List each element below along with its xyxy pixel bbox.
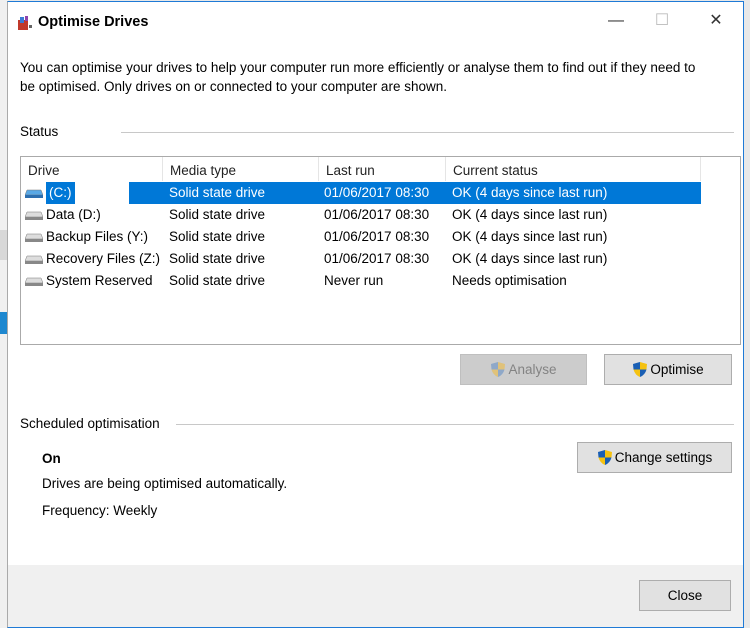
column-header-current-status[interactable]: Current status bbox=[446, 157, 701, 181]
drive-row[interactable]: (C:) Solid state drive 01/06/2017 08:30 … bbox=[25, 182, 701, 204]
last-run: 01/06/2017 08:30 bbox=[324, 207, 430, 222]
current-status: Needs optimisation bbox=[452, 273, 567, 288]
drive-icon bbox=[25, 277, 43, 286]
maximize-button[interactable]: ☐ bbox=[639, 6, 685, 36]
minimize-button[interactable]: — bbox=[593, 6, 639, 36]
drives-list[interactable]: Drive Media type Last run Current status… bbox=[20, 156, 741, 345]
drive-icon bbox=[25, 211, 43, 220]
description-text: You can optimise your drives to help you… bbox=[20, 60, 696, 94]
last-run: 01/06/2017 08:30 bbox=[324, 185, 430, 200]
media-type: Solid state drive bbox=[169, 185, 266, 200]
close-label: Close bbox=[667, 588, 703, 603]
optimise-drives-app-icon bbox=[18, 16, 32, 30]
analyse-label: Analyse bbox=[508, 362, 557, 377]
media-type: Solid state drive bbox=[169, 251, 266, 266]
drive-name: Recovery Files (Z:) bbox=[46, 251, 161, 266]
drive-row[interactable]: Data (D:) Solid state drive 01/06/2017 0… bbox=[21, 204, 701, 226]
uac-shield-icon bbox=[597, 450, 612, 465]
window-title: Optimise Drives bbox=[38, 14, 149, 30]
last-run: Never run bbox=[324, 273, 384, 288]
optimise-button[interactable]: Optimise bbox=[604, 354, 732, 385]
schedule-frequency: Frequency: Weekly bbox=[42, 503, 158, 518]
schedule-message: Drives are being optimised automatically… bbox=[42, 476, 288, 491]
media-type: Solid state drive bbox=[169, 273, 266, 288]
uac-shield-icon bbox=[633, 362, 648, 377]
media-type: Solid state drive bbox=[169, 207, 266, 222]
drive-row[interactable]: Backup Files (Y:) Solid state drive 01/0… bbox=[21, 226, 701, 248]
current-status: OK (4 days since last run) bbox=[452, 251, 608, 266]
current-status: OK (4 days since last run) bbox=[452, 229, 608, 244]
drive-name: System Reserved bbox=[46, 273, 153, 288]
scheduled-section-label: Scheduled optimisation bbox=[20, 416, 160, 431]
drive-name: (C:) bbox=[46, 182, 75, 204]
drive-row[interactable]: Recovery Files (Z:) Solid state drive 01… bbox=[21, 248, 701, 270]
media-type: Solid state drive bbox=[169, 229, 266, 244]
drive-name: Backup Files (Y:) bbox=[46, 229, 149, 244]
title-bar[interactable]: Optimise Drives — ☐ ✕ bbox=[8, 2, 743, 40]
last-run: 01/06/2017 08:30 bbox=[324, 229, 430, 244]
analyse-button[interactable]: Analyse bbox=[460, 354, 587, 385]
scheduled-divider bbox=[176, 424, 734, 425]
optimise-drives-window: Optimise Drives — ☐ ✕ You can optimise y… bbox=[7, 1, 744, 628]
change-settings-button[interactable]: Change settings bbox=[577, 442, 732, 473]
close-button[interactable]: Close bbox=[639, 580, 731, 611]
column-header-media-type[interactable]: Media type bbox=[163, 157, 319, 181]
drive-icon bbox=[25, 233, 43, 242]
footer-bar: Close bbox=[8, 565, 743, 627]
column-header-drive[interactable]: Drive bbox=[21, 157, 163, 181]
optimise-label: Optimise bbox=[650, 362, 704, 377]
schedule-state: On bbox=[42, 451, 61, 466]
windows-drive-icon bbox=[25, 189, 43, 198]
last-run: 01/06/2017 08:30 bbox=[324, 251, 430, 266]
drive-row[interactable]: System Reserved Solid state drive Never … bbox=[21, 270, 701, 292]
current-status: OK (4 days since last run) bbox=[452, 185, 608, 200]
status-section-label: Status bbox=[20, 124, 59, 139]
close-window-button[interactable]: ✕ bbox=[693, 6, 739, 36]
status-divider bbox=[121, 132, 734, 133]
uac-shield-icon bbox=[491, 362, 506, 377]
drive-icon bbox=[25, 255, 43, 264]
column-header-last-run[interactable]: Last run bbox=[319, 157, 446, 181]
current-status: OK (4 days since last run) bbox=[452, 207, 608, 222]
spacer bbox=[8, 403, 738, 404]
drive-name: Data (D:) bbox=[46, 207, 101, 222]
change-settings-label: Change settings bbox=[614, 450, 713, 465]
